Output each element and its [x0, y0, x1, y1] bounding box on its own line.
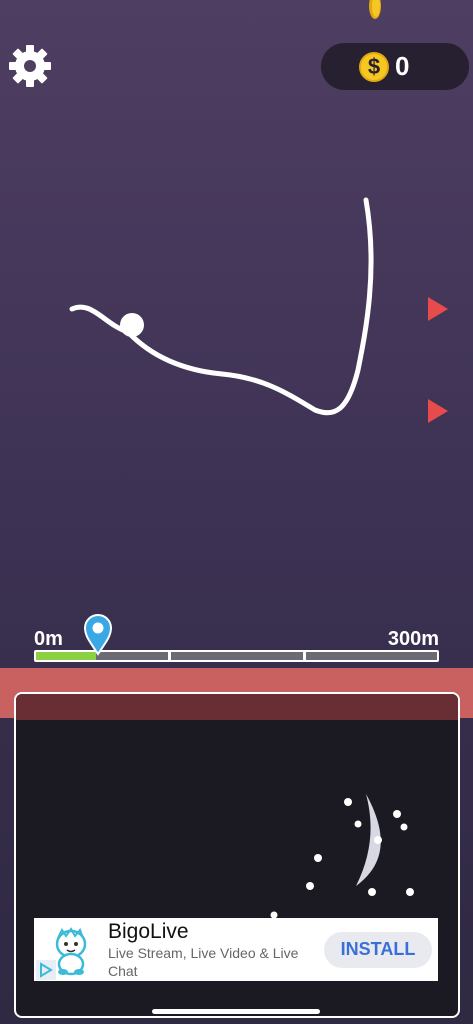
progress-start-label: 0m	[34, 628, 63, 650]
right-arrow-icon	[428, 297, 448, 321]
home-indicator[interactable]	[152, 1009, 320, 1014]
ad-text-block: BigoLive Live Stream, Live Video & Live …	[108, 920, 324, 980]
gear-icon[interactable]	[8, 44, 52, 88]
progress-divider	[303, 652, 306, 660]
progress-end-label: 300m	[387, 628, 439, 650]
ad-subtitle: Live Stream, Live Video & Live Chat	[108, 944, 299, 979]
falling-coin-icon	[369, 0, 381, 19]
install-button[interactable]: INSTALL	[324, 931, 432, 968]
ball	[120, 313, 144, 337]
dollar-coin-icon: $	[359, 51, 389, 82]
ad-choices-icon[interactable]	[36, 960, 56, 980]
location-marker-icon	[84, 614, 112, 656]
coin-counter: $ 0	[321, 43, 469, 90]
right-arrow-icon	[428, 399, 448, 423]
ad-title: BigoLive	[108, 919, 189, 943]
ad-banner[interactable]: BigoLive Live Stream, Live Video & Live …	[34, 918, 438, 981]
drawn-track-canvas[interactable]	[0, 0, 473, 640]
progress-divider	[168, 652, 171, 660]
drawn-line	[69, 197, 374, 416]
coin-count: 0	[395, 51, 410, 81]
